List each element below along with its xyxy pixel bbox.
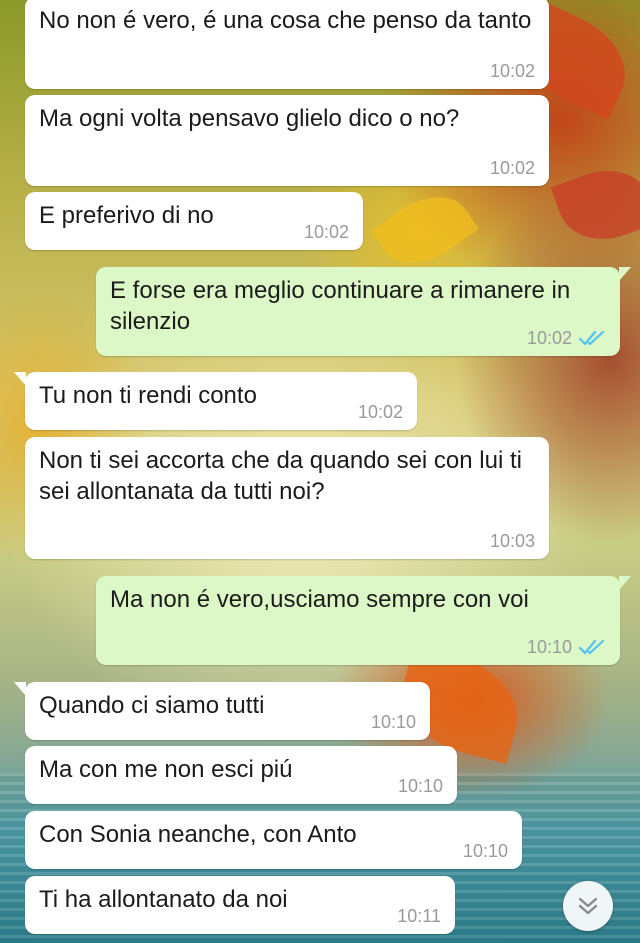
message-text: Ma ogni volta pensavo glielo dico o no? — [39, 105, 460, 132]
message-meta: 10:10 — [371, 712, 416, 732]
message-time: 10:10 — [462, 841, 508, 861]
message-incoming[interactable]: Tu non ti rendi conto 10:02 — [14, 372, 417, 430]
message-meta: 10:10 — [527, 637, 606, 657]
message-text: Tu non ti rendi conto — [39, 382, 257, 409]
message-time: 10:11 — [397, 906, 441, 926]
message-text: No non é vero, é una cosa che penso da t… — [39, 7, 532, 34]
message-time: 10:02 — [526, 328, 572, 348]
message-incoming[interactable]: Non ti sei accorta che da quando sei con… — [25, 437, 549, 559]
message-text: E preferivo di no — [39, 202, 214, 229]
message-outgoing[interactable]: E forse era meglio continuare a rimanere… — [96, 267, 631, 356]
message-time: 10:10 — [397, 776, 443, 796]
message-incoming[interactable]: Ma con me non esci piú 10:10 — [25, 746, 457, 804]
chevron-double-down-icon — [578, 897, 598, 915]
wallpaper-leaf — [550, 156, 640, 254]
message-text: Con Sonia neanche, con Anto — [39, 821, 357, 848]
double-check-icon — [578, 639, 605, 655]
message-meta: 10:10 — [463, 841, 508, 861]
message-meta: 10:10 — [398, 776, 443, 796]
message-meta: 10:02 — [304, 222, 349, 242]
message-text: Ti ha allontanato da noi — [39, 886, 288, 913]
message-text: Non ti sei accorta che da quando sei con… — [39, 447, 522, 505]
message-incoming[interactable]: Quando ci siamo tutti 10:10 — [14, 682, 430, 740]
scroll-to-bottom-button[interactable] — [563, 881, 613, 931]
message-meta: 10:03 — [490, 531, 535, 551]
message-meta: 10:02 — [490, 158, 535, 178]
message-meta: 10:11 — [397, 906, 441, 926]
message-time: 10:10 — [526, 637, 572, 657]
message-text: Ma con me non esci piú — [39, 756, 293, 783]
message-incoming[interactable]: Con Sonia neanche, con Anto 10:10 — [25, 811, 522, 869]
message-time: 10:02 — [489, 158, 535, 178]
message-incoming[interactable]: E preferivo di no 10:02 — [25, 192, 363, 250]
message-incoming[interactable]: Ma ogni volta pensavo glielo dico o no? … — [25, 95, 549, 186]
message-meta: 10:02 — [490, 61, 535, 81]
message-incoming[interactable]: Ti ha allontanato da noi 10:11 — [25, 876, 455, 934]
message-text: Quando ci siamo tutti — [39, 692, 265, 719]
message-outgoing[interactable]: Ma non é vero,usciamo sempre con voi 10:… — [96, 576, 631, 665]
message-time: 10:02 — [303, 222, 349, 242]
message-text: Ma non é vero,usciamo sempre con voi — [110, 586, 529, 613]
message-time: 10:03 — [489, 531, 535, 551]
message-time: 10:02 — [489, 61, 535, 81]
message-time: 10:02 — [357, 402, 403, 422]
double-check-icon — [578, 330, 605, 346]
wallpaper-leaf — [370, 179, 480, 281]
message-meta: 10:02 — [358, 402, 403, 422]
message-incoming[interactable]: No non é vero, é una cosa che penso da t… — [25, 0, 549, 89]
message-time: 10:10 — [370, 712, 416, 732]
message-meta: 10:02 — [527, 328, 606, 348]
